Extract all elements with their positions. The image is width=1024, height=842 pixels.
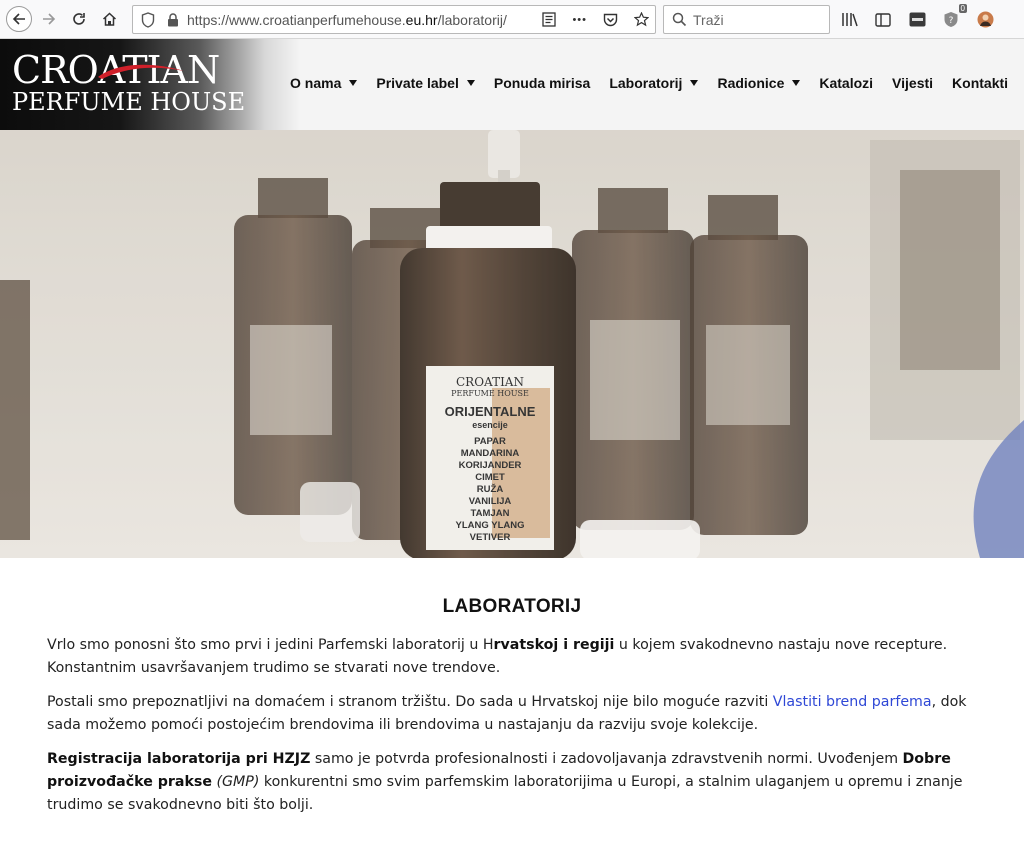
nav-item-kontakti[interactable]: Kontakti xyxy=(952,75,1008,91)
nav-item-o-nama[interactable]: O nama xyxy=(290,75,358,91)
back-button[interactable] xyxy=(6,6,32,32)
paragraph-1: Vrlo smo ponosni što smo prvi i jedini P… xyxy=(47,634,977,680)
reader-view-icon[interactable] xyxy=(542,12,557,27)
arrow-left-icon xyxy=(12,13,25,25)
nav-label: Private label xyxy=(376,75,459,91)
reload-icon xyxy=(73,13,85,25)
search-box[interactable]: Traži xyxy=(663,5,830,34)
p3-text-a: samo je potvrda profesionalnosti i zadov… xyxy=(310,751,903,767)
browser-toolbar: https://www.croatianperfumehouse.eu.hr/l… xyxy=(0,0,1024,39)
caret-down-icon xyxy=(690,80,699,86)
url-text: https://www.croatianperfumehouse.eu.hr/l… xyxy=(187,12,507,28)
forward-button[interactable] xyxy=(36,6,62,32)
nav-item-private-label[interactable]: Private label xyxy=(376,75,475,91)
paragraph-3: Registracija laboratorija pri HZJZ samo … xyxy=(47,748,977,817)
svg-text:?: ? xyxy=(949,16,954,26)
nav-label: Ponuda mirisa xyxy=(493,75,591,91)
extension-button-2[interactable]: ? 0 xyxy=(942,3,967,29)
nav-label: Kontakti xyxy=(952,75,1009,91)
site-header: CROATIAN PERFUME HOUSE O nama Private la… xyxy=(0,39,1024,130)
p3-bold-1: Registracija laboratorija pri HZJZ xyxy=(47,751,311,767)
nav-label: Vijesti xyxy=(892,75,934,91)
nav-label: Katalozi xyxy=(819,75,874,91)
library-icon xyxy=(841,13,858,27)
url-path: /laboratorij/ xyxy=(437,11,507,28)
nav-item-vijesti[interactable]: Vijesti xyxy=(892,75,933,91)
p3-italic: (GMP) xyxy=(212,774,260,790)
p1-bold: rvatskoj i regiji xyxy=(493,637,615,653)
main-navigation: O nama Private label Ponuda mirisa Labor… xyxy=(290,75,1008,91)
url-host: eu.hr xyxy=(405,11,438,28)
nav-item-katalozi[interactable]: Katalozi xyxy=(819,75,873,91)
nav-label: O nama xyxy=(290,75,342,91)
nav-label: Laboratorij xyxy=(609,75,683,91)
extension-dark-icon xyxy=(909,12,925,27)
notification-badge: 0 xyxy=(958,3,967,13)
caret-down-icon xyxy=(792,80,801,86)
avatar xyxy=(977,11,993,28)
sidebar-button[interactable] xyxy=(874,11,892,29)
pocket-icon[interactable] xyxy=(603,13,618,27)
address-bar[interactable]: https://www.croatianperfumehouse.eu.hr/l… xyxy=(132,5,656,34)
caret-down-icon xyxy=(349,80,358,86)
site-logo[interactable]: CROATIAN PERFUME HOUSE xyxy=(12,51,262,119)
home-button[interactable] xyxy=(96,6,122,32)
search-placeholder: Traži xyxy=(693,11,724,28)
hero-image: CROATIAN PERFUME HOUSE ORIJENTALNE esenc… xyxy=(0,130,1024,558)
hero-illustration: CROATIAN PERFUME HOUSE ORIJENTALNE esenc… xyxy=(0,130,1024,558)
extension-button-1[interactable] xyxy=(908,11,926,29)
arrow-right-icon xyxy=(43,13,56,25)
caret-down-icon xyxy=(466,80,475,86)
page-actions-ellipsis[interactable]: ••• xyxy=(572,14,587,26)
lock-icon[interactable] xyxy=(167,12,179,27)
nav-item-laboratorij[interactable]: Laboratorij xyxy=(609,75,699,91)
page-title: LABORATORIJ xyxy=(442,596,582,617)
sidebar-icon xyxy=(875,12,891,27)
bookmark-star-icon[interactable] xyxy=(634,12,649,27)
nav-item-radionice[interactable]: Radionice xyxy=(717,75,801,91)
shield-question-icon: ? xyxy=(944,12,958,27)
paragraph-2: Postali smo prepoznatljivi na domaćem i … xyxy=(47,691,977,737)
logo-line2: PERFUME HOUSE xyxy=(12,88,246,116)
p2-text-a: Postali smo prepoznatljivi na domaćem i … xyxy=(47,694,773,710)
nav-item-ponuda-mirisa[interactable]: Ponuda mirisa xyxy=(494,75,590,91)
shield-icon[interactable] xyxy=(141,11,155,28)
main-content: LABORATORIJ Vrlo smo ponosni što smo prv… xyxy=(47,596,977,828)
nav-label: Radionice xyxy=(717,75,785,91)
home-icon xyxy=(102,12,116,26)
reload-button[interactable] xyxy=(66,6,92,32)
profile-button[interactable] xyxy=(976,11,994,29)
library-button[interactable] xyxy=(840,11,858,29)
logo-swoosh-icon xyxy=(98,64,184,79)
search-icon xyxy=(672,12,687,27)
p1-text-a: Vrlo smo ponosni što smo prvi i jedini P… xyxy=(47,637,494,653)
private-brand-link[interactable]: Vlastiti brend parfema xyxy=(773,694,932,710)
url-prefix: https://www.croatianperfumehouse. xyxy=(187,11,406,28)
